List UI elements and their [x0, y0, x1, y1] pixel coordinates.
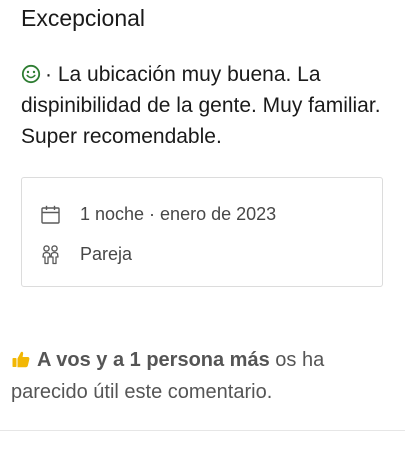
review-text-block: · La ubicación muy buena. La dispinibili…: [21, 59, 391, 152]
calendar-icon: [41, 205, 60, 224]
divider: [0, 430, 405, 431]
smiley-positive-icon: [21, 64, 41, 84]
helpful-notice: A vos y a 1 persona más os ha parecido ú…: [11, 344, 391, 408]
traveler-type-row: Pareja: [40, 242, 132, 266]
review-separator: ·: [45, 63, 52, 86]
review-page: Excepcional · La ubicación muy buena. La…: [0, 0, 405, 450]
stay-duration-text: 1 noche · enero de 2023: [80, 203, 277, 224]
traveler-type-text: Pareja: [80, 243, 133, 264]
helpful-highlight: A vos y a 1 persona más: [37, 349, 270, 371]
thumbs-up-icon: [12, 351, 30, 368]
couple-icon: [42, 244, 59, 264]
review-text: La ubicación muy buena. La dispinibilida…: [21, 63, 381, 148]
rating-label: Excepcional: [21, 5, 146, 31]
stay-duration-row: 1 noche · enero de 2023: [40, 202, 276, 226]
stay-details-card: 1 noche · enero de 2023 Pareja: [21, 177, 383, 287]
